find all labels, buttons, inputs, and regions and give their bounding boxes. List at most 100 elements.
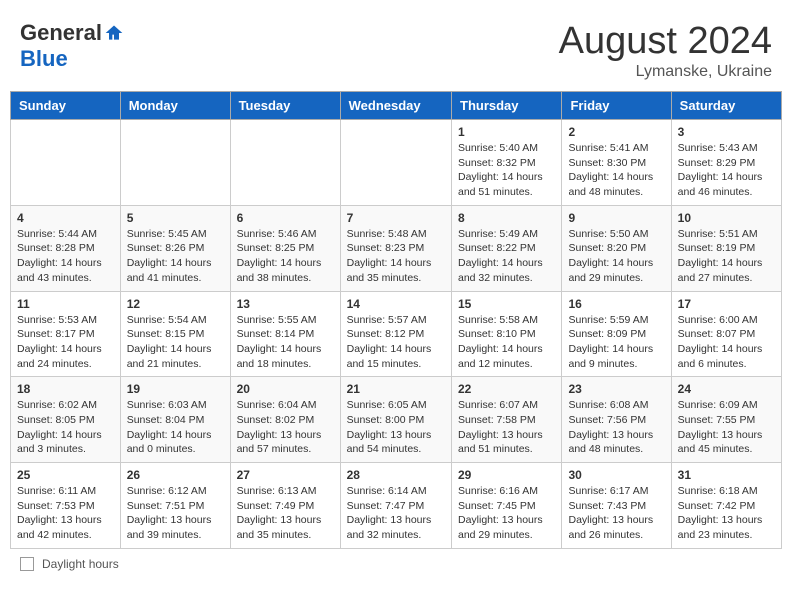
- calendar-cell: 25 Sunrise: 6:11 AM Sunset: 7:53 PM Dayli…: [11, 463, 121, 549]
- day-info: Sunrise: 5:46 AM Sunset: 8:25 PM Dayligh…: [237, 227, 334, 286]
- day-number: 10: [678, 211, 775, 225]
- day-info: Sunrise: 6:03 AM Sunset: 8:04 PM Dayligh…: [127, 398, 224, 457]
- calendar-week-row: 1 Sunrise: 5:40 AM Sunset: 8:32 PM Daylig…: [11, 120, 782, 206]
- day-info: Sunrise: 6:17 AM Sunset: 7:43 PM Dayligh…: [568, 484, 664, 543]
- day-info: Sunrise: 5:55 AM Sunset: 8:14 PM Dayligh…: [237, 313, 334, 372]
- calendar-cell: 5 Sunrise: 5:45 AM Sunset: 8:26 PM Daylig…: [120, 205, 230, 291]
- calendar-cell: 11 Sunrise: 5:53 AM Sunset: 8:17 PM Dayli…: [11, 291, 121, 377]
- calendar-cell: 22Sunrise: 6:07 AM Sunset: 7:58 PM Dayli…: [452, 377, 562, 463]
- calendar-cell: 16 Sunrise: 5:59 AM Sunset: 8:09 PM Dayli…: [562, 291, 671, 377]
- day-info: Sunrise: 5:53 AM Sunset: 8:17 PM Dayligh…: [17, 313, 114, 372]
- day-info: Sunrise: 6:04 AM Sunset: 8:02 PM Dayligh…: [237, 398, 334, 457]
- calendar-cell: 20 Sunrise: 6:04 AM Sunset: 8:02 PM Dayli…: [230, 377, 340, 463]
- calendar-cell: 13 Sunrise: 5:55 AM Sunset: 8:14 PM Dayli…: [230, 291, 340, 377]
- day-number: 1: [458, 125, 555, 139]
- calendar-cell: 3Sunrise: 5:43 AM Sunset: 8:29 PM Daylig…: [671, 120, 781, 206]
- logo-blue-text: Blue: [20, 46, 68, 71]
- calendar-cell: 29 Sunrise: 6:16 AM Sunset: 7:45 PM Dayli…: [452, 463, 562, 549]
- day-number: 19: [127, 382, 224, 396]
- calendar-cell: [340, 120, 451, 206]
- day-info: Sunrise: 5:43 AM Sunset: 8:29 PM Dayligh…: [678, 141, 775, 200]
- calendar-cell: 21Sunrise: 6:05 AM Sunset: 8:00 PM Dayli…: [340, 377, 451, 463]
- day-info: Sunrise: 5:45 AM Sunset: 8:26 PM Dayligh…: [127, 227, 224, 286]
- calendar-cell: 31 Sunrise: 6:18 AM Sunset: 7:42 PM Dayli…: [671, 463, 781, 549]
- calendar-header-friday: Friday: [562, 92, 671, 120]
- day-number: 8: [458, 211, 555, 225]
- calendar-week-row: 18Sunrise: 6:02 AM Sunset: 8:05 PM Dayli…: [11, 377, 782, 463]
- calendar-cell: 2Sunrise: 5:41 AM Sunset: 8:30 PM Daylig…: [562, 120, 671, 206]
- day-number: 29: [458, 468, 555, 482]
- calendar-cell: 18Sunrise: 6:02 AM Sunset: 8:05 PM Dayli…: [11, 377, 121, 463]
- header: General Blue August 2024 Lymanske, Ukrai…: [10, 10, 782, 86]
- calendar-cell: [230, 120, 340, 206]
- daylight-label: Daylight hours: [42, 557, 119, 571]
- location-title: Lymanske, Ukraine: [559, 63, 772, 81]
- day-info: Sunrise: 6:16 AM Sunset: 7:45 PM Dayligh…: [458, 484, 555, 543]
- day-number: 31: [678, 468, 775, 482]
- day-info: Sunrise: 5:41 AM Sunset: 8:30 PM Dayligh…: [568, 141, 664, 200]
- calendar-week-row: 4 Sunrise: 5:44 AM Sunset: 8:28 PM Daylig…: [11, 205, 782, 291]
- day-info: Sunrise: 6:12 AM Sunset: 7:51 PM Dayligh…: [127, 484, 224, 543]
- calendar-cell: 19 Sunrise: 6:03 AM Sunset: 8:04 PM Dayli…: [120, 377, 230, 463]
- calendar-cell: [120, 120, 230, 206]
- day-info: Sunrise: 6:14 AM Sunset: 7:47 PM Dayligh…: [347, 484, 445, 543]
- day-number: 24: [678, 382, 775, 396]
- calendar-header-monday: Monday: [120, 92, 230, 120]
- day-number: 25: [17, 468, 114, 482]
- day-info: Sunrise: 5:51 AM Sunset: 8:19 PM Dayligh…: [678, 227, 775, 286]
- day-info: Sunrise: 5:57 AM Sunset: 8:12 PM Dayligh…: [347, 313, 445, 372]
- day-info: Sunrise: 5:54 AM Sunset: 8:15 PM Dayligh…: [127, 313, 224, 372]
- day-info: Sunrise: 5:50 AM Sunset: 8:20 PM Dayligh…: [568, 227, 664, 286]
- day-number: 26: [127, 468, 224, 482]
- day-number: 4: [17, 211, 114, 225]
- calendar-header-sunday: Sunday: [11, 92, 121, 120]
- logo: General Blue: [20, 20, 124, 72]
- daylight-box: [20, 557, 34, 571]
- day-number: 9: [568, 211, 664, 225]
- calendar-week-row: 11 Sunrise: 5:53 AM Sunset: 8:17 PM Dayli…: [11, 291, 782, 377]
- calendar-cell: 15Sunrise: 5:58 AM Sunset: 8:10 PM Dayli…: [452, 291, 562, 377]
- day-info: Sunrise: 6:18 AM Sunset: 7:42 PM Dayligh…: [678, 484, 775, 543]
- calendar-header-wednesday: Wednesday: [340, 92, 451, 120]
- calendar-table: SundayMondayTuesdayWednesdayThursdayFrid…: [10, 91, 782, 549]
- calendar-cell: 23 Sunrise: 6:08 AM Sunset: 7:56 PM Dayli…: [562, 377, 671, 463]
- day-info: Sunrise: 5:49 AM Sunset: 8:22 PM Dayligh…: [458, 227, 555, 286]
- day-number: 15: [458, 297, 555, 311]
- month-title: August 2024: [559, 20, 772, 63]
- day-number: 13: [237, 297, 334, 311]
- logo-icon: [104, 23, 124, 43]
- day-number: 28: [347, 468, 445, 482]
- day-number: 12: [127, 297, 224, 311]
- day-info: Sunrise: 6:13 AM Sunset: 7:49 PM Dayligh…: [237, 484, 334, 543]
- calendar-header-saturday: Saturday: [671, 92, 781, 120]
- day-number: 5: [127, 211, 224, 225]
- day-info: Sunrise: 6:08 AM Sunset: 7:56 PM Dayligh…: [568, 398, 664, 457]
- calendar-cell: 6Sunrise: 5:46 AM Sunset: 8:25 PM Daylig…: [230, 205, 340, 291]
- day-info: Sunrise: 6:11 AM Sunset: 7:53 PM Dayligh…: [17, 484, 114, 543]
- calendar-cell: 8 Sunrise: 5:49 AM Sunset: 8:22 PM Daylig…: [452, 205, 562, 291]
- calendar-cell: [11, 120, 121, 206]
- day-info: Sunrise: 5:40 AM Sunset: 8:32 PM Dayligh…: [458, 141, 555, 200]
- calendar-cell: 27 Sunrise: 6:13 AM Sunset: 7:49 PM Dayli…: [230, 463, 340, 549]
- calendar-cell: 26 Sunrise: 6:12 AM Sunset: 7:51 PM Dayli…: [120, 463, 230, 549]
- day-info: Sunrise: 6:09 AM Sunset: 7:55 PM Dayligh…: [678, 398, 775, 457]
- calendar-cell: 7Sunrise: 5:48 AM Sunset: 8:23 PM Daylig…: [340, 205, 451, 291]
- day-number: 18: [17, 382, 114, 396]
- logo-general-text: General: [20, 20, 102, 46]
- calendar-cell: 1 Sunrise: 5:40 AM Sunset: 8:32 PM Daylig…: [452, 120, 562, 206]
- calendar-cell: 12 Sunrise: 5:54 AM Sunset: 8:15 PM Dayli…: [120, 291, 230, 377]
- day-number: 11: [17, 297, 114, 311]
- calendar-cell: 30Sunrise: 6:17 AM Sunset: 7:43 PM Dayli…: [562, 463, 671, 549]
- calendar-header-thursday: Thursday: [452, 92, 562, 120]
- day-number: 22: [458, 382, 555, 396]
- calendar-cell: 28 Sunrise: 6:14 AM Sunset: 7:47 PM Dayli…: [340, 463, 451, 549]
- day-number: 21: [347, 382, 445, 396]
- calendar-cell: 14Sunrise: 5:57 AM Sunset: 8:12 PM Dayli…: [340, 291, 451, 377]
- day-number: 17: [678, 297, 775, 311]
- day-info: Sunrise: 5:44 AM Sunset: 8:28 PM Dayligh…: [17, 227, 114, 286]
- day-number: 27: [237, 468, 334, 482]
- day-number: 23: [568, 382, 664, 396]
- day-number: 20: [237, 382, 334, 396]
- day-info: Sunrise: 5:59 AM Sunset: 8:09 PM Dayligh…: [568, 313, 664, 372]
- day-number: 16: [568, 297, 664, 311]
